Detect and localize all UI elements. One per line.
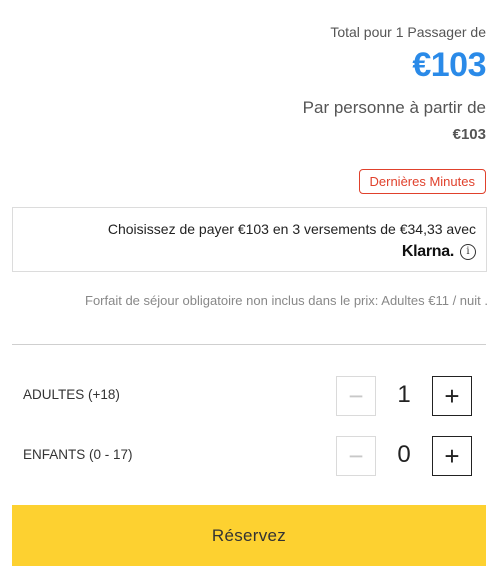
fee-note: Forfait de séjour obligatoire non inclus…	[85, 293, 488, 308]
children-decrement-button[interactable]: −	[336, 436, 376, 476]
last-minute-badge: Dernières Minutes	[358, 169, 486, 194]
children-label: ENFANTS (0 - 17)	[23, 447, 133, 462]
total-label: Total pour 1 Passager de	[330, 24, 486, 40]
children-count: 0	[397, 441, 411, 468]
info-icon[interactable]: i	[460, 244, 476, 260]
children-increment-button[interactable]: +	[432, 436, 472, 476]
adults-decrement-button[interactable]: −	[336, 376, 376, 416]
divider	[12, 344, 486, 345]
adults-increment-button[interactable]: +	[432, 376, 472, 416]
adults-label: ADULTES (+18)	[23, 387, 120, 402]
book-button[interactable]: Réservez	[12, 505, 486, 566]
klarna-box: Choisissez de payer €103 en 3 versements…	[12, 207, 487, 272]
klarna-row: Klarna. i	[402, 243, 476, 261]
klarna-logo: Klarna.	[401, 243, 454, 260]
total-price: €103	[412, 46, 486, 84]
adults-count: 1	[397, 381, 411, 408]
per-person-label: Par personne à partir de	[302, 98, 486, 117]
per-person-price: €103	[452, 126, 486, 143]
klarna-text: Choisissez de payer €103 en 3 versements…	[107, 221, 476, 237]
